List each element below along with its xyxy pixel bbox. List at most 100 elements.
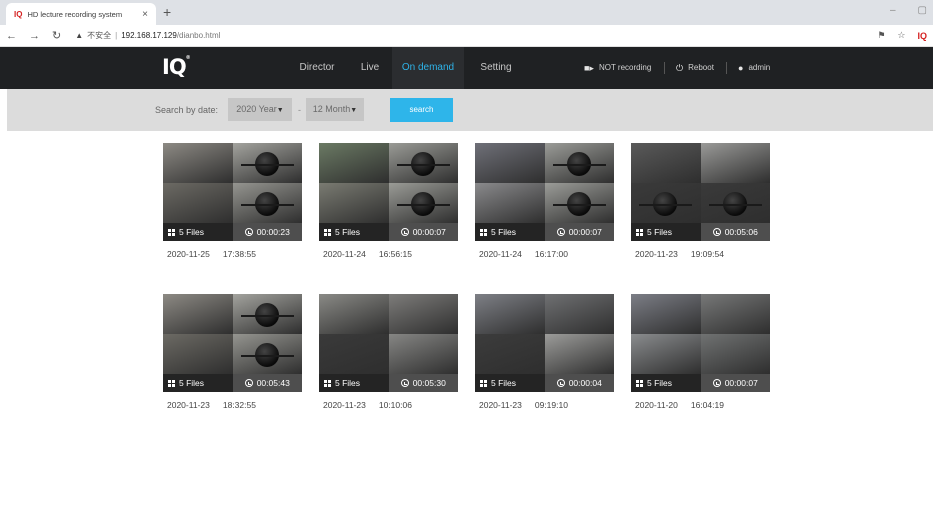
- recording-card[interactable]: 5 Files 00:00:07 2020-11-24 16:17:00: [475, 143, 614, 259]
- minimize-icon[interactable]: –: [890, 5, 896, 16]
- recording-thumbnail[interactable]: 5 Files 00:00:04: [475, 294, 614, 392]
- recording-card[interactable]: 5 Files 00:05:43 2020-11-23 18:32:55: [163, 294, 302, 410]
- recording-date: 2020-11-23: [323, 400, 366, 410]
- reboot-button[interactable]: ⏻ Reboot: [676, 47, 714, 89]
- grid-icon: [480, 228, 487, 236]
- recording-thumbnail[interactable]: 5 Files 00:00:23: [163, 143, 302, 241]
- thumbnail-overlay: 5 Files 00:00:23: [163, 223, 302, 241]
- recording-card[interactable]: 5 Files 00:00:07 2020-11-20 16:04:19: [631, 294, 770, 410]
- nav-setting[interactable]: Setting: [474, 47, 518, 89]
- search-button[interactable]: search: [390, 98, 453, 122]
- video-quadrant: [163, 183, 233, 223]
- recording-card[interactable]: 5 Files 00:05:30 2020-11-23 10:10:06: [319, 294, 458, 410]
- recording-time: 18:32:55: [222, 400, 256, 410]
- video-quadrant: [700, 143, 770, 183]
- grid-icon: [636, 228, 643, 236]
- user-menu[interactable]: ● admin: [738, 47, 770, 89]
- divider: [726, 62, 727, 74]
- recording-thumbnail[interactable]: 5 Files 00:05:43: [163, 294, 302, 392]
- recording-thumbnail[interactable]: 5 Files 00:00:07: [319, 143, 458, 241]
- clock-icon: [712, 379, 721, 387]
- video-quadrant: [631, 334, 701, 374]
- recording-date: 2020-11-23: [635, 249, 678, 259]
- recording-meta: 2020-11-20 16:04:19: [631, 400, 770, 410]
- recording-card[interactable]: 5 Files 00:00:23 2020-11-25 17:38:55: [163, 143, 302, 259]
- recording-meta: 2020-11-23 09:19:10: [475, 400, 614, 410]
- nav-live[interactable]: Live: [352, 47, 388, 89]
- camera-base: [240, 355, 294, 357]
- iq-extension-icon[interactable]: IQ: [917, 31, 927, 41]
- recording-date: 2020-11-24: [479, 249, 522, 259]
- camera-base: [240, 204, 294, 206]
- recording-date: 2020-11-25: [167, 249, 210, 259]
- month-value: 12 Month: [312, 104, 351, 114]
- grid-icon: [168, 379, 175, 387]
- translate-icon[interactable]: ⚑: [877, 30, 885, 41]
- browser-tab[interactable]: IQ HD lecture recording system ×: [6, 3, 156, 25]
- video-quadrant: [232, 183, 302, 223]
- year-select[interactable]: 2020 Year▼: [228, 98, 292, 121]
- duration-text: 00:00:04: [568, 378, 602, 388]
- new-tab-icon[interactable]: +: [163, 4, 171, 20]
- thumbnail-overlay: 5 Files 00:05:43: [163, 374, 302, 392]
- recording-time: 16:04:19: [690, 400, 724, 410]
- dropdown-arrow-icon: ▼: [276, 107, 284, 114]
- recording-thumbnail[interactable]: 5 Files 00:05:06: [631, 143, 770, 241]
- file-count: 5 Files: [631, 223, 701, 241]
- recording-meta: 2020-11-25 17:38:55: [163, 249, 302, 259]
- file-count: 5 Files: [475, 223, 545, 241]
- video-quadrant: [163, 143, 233, 183]
- thumbnail-overlay: 5 Files 00:00:04: [475, 374, 614, 392]
- nav-on-demand[interactable]: On demand: [392, 47, 464, 89]
- recording-thumbnail[interactable]: 5 Files 00:00:07: [475, 143, 614, 241]
- iq-logo: IQ®: [162, 55, 191, 79]
- recording-thumbnail[interactable]: 5 Files 00:00:07: [631, 294, 770, 392]
- month-select[interactable]: 12 Month▼: [306, 98, 364, 121]
- url-field[interactable]: ▲ 不安全 | 192.168.17.129 /dianbo.html: [75, 30, 220, 41]
- video-quadrant: [631, 143, 701, 183]
- recording-card[interactable]: 5 Files 00:05:06 2020-11-23 19:09:54: [631, 143, 770, 259]
- video-quadrant: [163, 294, 233, 334]
- video-quadrant: [163, 334, 233, 374]
- file-count-text: 5 Files: [179, 227, 205, 237]
- video-quadrant: [544, 334, 614, 374]
- clock-icon: [244, 228, 253, 236]
- duration: 00:05:43: [232, 374, 302, 392]
- video-quadrant: [319, 294, 389, 334]
- duration-text: 00:00:23: [256, 227, 290, 237]
- video-quadrant: [700, 183, 770, 223]
- file-count-text: 5 Files: [491, 378, 517, 388]
- video-quadrant: [388, 143, 458, 183]
- close-tab-icon[interactable]: ×: [142, 9, 148, 20]
- user-icon: ●: [738, 63, 744, 73]
- nav-director[interactable]: Director: [292, 47, 342, 89]
- reload-icon[interactable]: ↻: [52, 29, 61, 42]
- bookmark-star-icon[interactable]: ☆: [897, 30, 905, 41]
- insecure-label: 不安全: [87, 31, 112, 40]
- clock-icon: [400, 228, 409, 236]
- back-arrow-icon[interactable]: ←: [6, 30, 17, 42]
- video-quadrant: [544, 294, 614, 334]
- camera-base: [240, 164, 294, 166]
- year-value: 2020 Year: [236, 104, 277, 114]
- maximize-icon[interactable]: ▢: [918, 5, 927, 16]
- logo-text: IQ: [162, 55, 187, 79]
- user-name: admin: [748, 63, 771, 72]
- duration: 00:00:07: [544, 223, 614, 241]
- clock-icon: [712, 228, 721, 236]
- recording-time: 16:17:00: [534, 249, 568, 259]
- recording-meta: 2020-11-23 10:10:06: [319, 400, 458, 410]
- forward-arrow-icon[interactable]: →: [29, 30, 40, 42]
- recording-thumbnail[interactable]: 5 Files 00:05:30: [319, 294, 458, 392]
- recording-meta: 2020-11-23 18:32:55: [163, 400, 302, 410]
- recording-card[interactable]: 5 Files 00:00:04 2020-11-23 09:19:10: [475, 294, 614, 410]
- duration-text: 00:00:07: [724, 378, 758, 388]
- iq-favicon-icon: IQ: [14, 9, 23, 19]
- camera-base: [552, 204, 606, 206]
- url-path: /dianbo.html: [176, 31, 221, 40]
- recording-time: 17:38:55: [222, 249, 256, 259]
- clock-icon: [556, 228, 565, 236]
- recording-card[interactable]: 5 Files 00:00:07 2020-11-24 16:56:15: [319, 143, 458, 259]
- video-quadrant: [475, 334, 545, 374]
- browser-tabbar: IQ HD lecture recording system × + – ▢: [0, 0, 933, 25]
